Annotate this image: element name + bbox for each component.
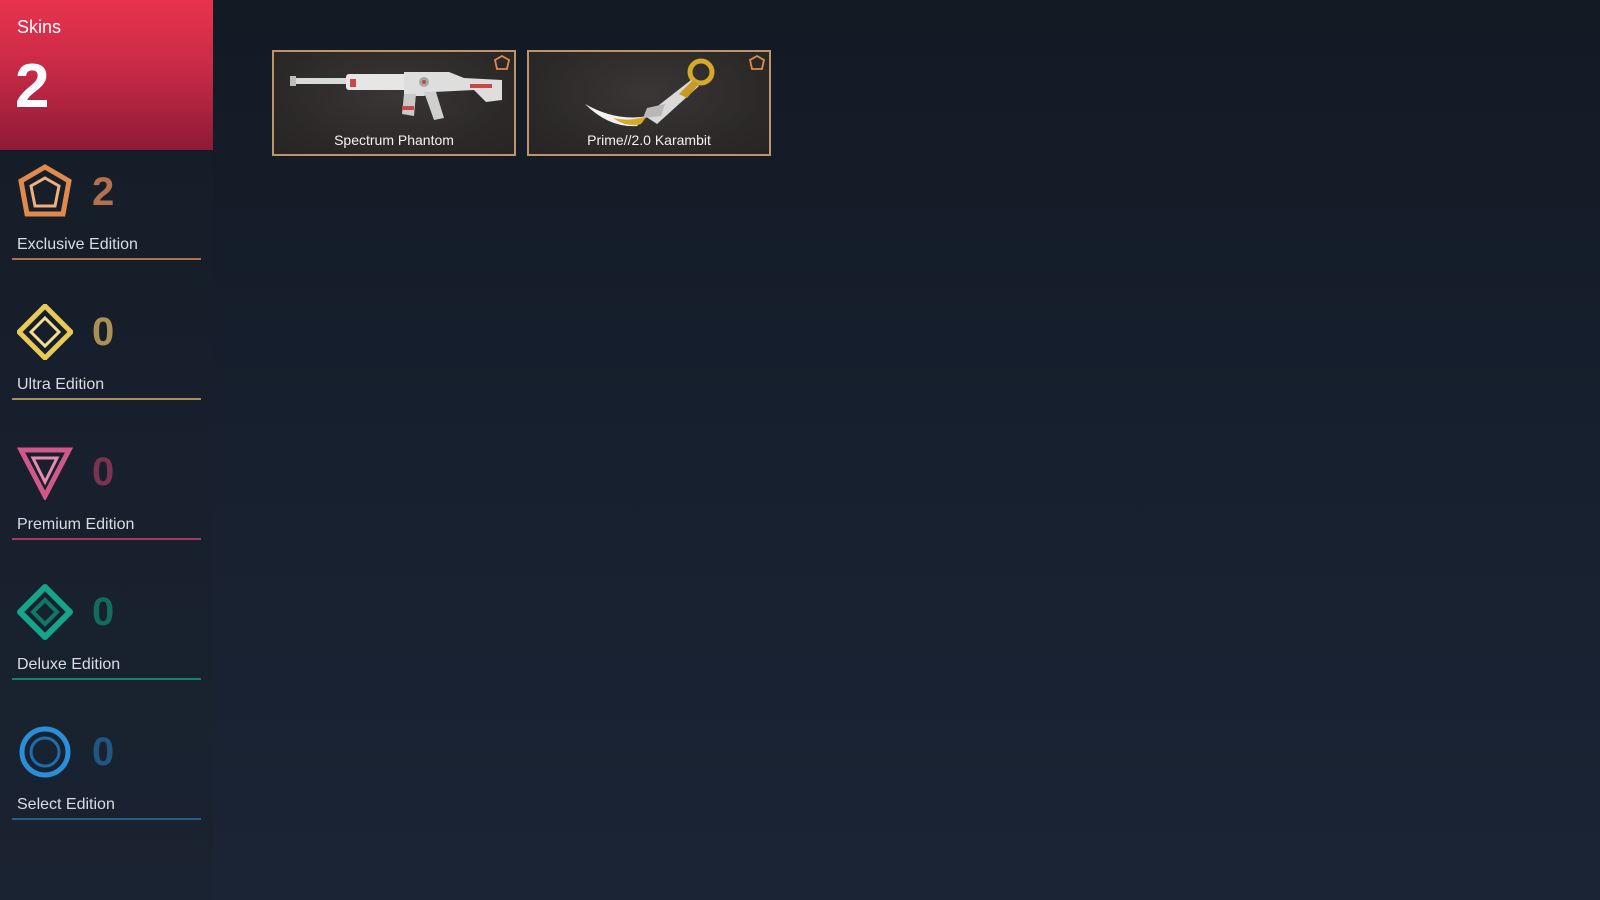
skin-name: Prime//2.0 Karambit (587, 132, 711, 148)
rifle-skin-image (290, 72, 502, 120)
select-edition-icon (19, 726, 71, 778)
tier-count: 0 (92, 590, 115, 634)
tier-count: 0 (92, 730, 115, 774)
tier-count: 0 (92, 450, 115, 494)
skins-label: Skins (17, 17, 62, 37)
tier-name: Exclusive Edition (17, 236, 138, 253)
tier-underline (12, 258, 201, 260)
tier-name: Deluxe Edition (17, 656, 121, 673)
tier-underline (12, 678, 201, 680)
tier-deluxe[interactable]: 0 Deluxe Edition (12, 584, 201, 694)
tier-underline (12, 818, 201, 820)
tier-count: 0 (92, 310, 115, 354)
skin-card-prime-karambit[interactable]: Prime//2.0 Karambit (527, 50, 771, 156)
tier-exclusive[interactable]: 2 Exclusive Edition (12, 164, 201, 274)
skins-summary-header: Skins 2 (0, 0, 213, 150)
tier-count: 2 (92, 170, 115, 214)
skins-total-count: 2 (15, 52, 50, 121)
skin-card-spectrum-phantom[interactable]: Spectrum Phantom (272, 50, 516, 156)
tier-ultra[interactable]: 0 Ultra Edition (12, 304, 201, 414)
tier-premium[interactable]: 0 Premium Edition (12, 444, 201, 554)
ultra-edition-icon (17, 304, 73, 360)
premium-edition-icon (17, 447, 73, 500)
tier-sidebar: Skins 2 2 Exclusive Edition 0 Ultra Edit… (0, 0, 213, 900)
tier-name: Premium Edition (17, 516, 135, 533)
tier-select[interactable]: 0 Select Edition (12, 724, 201, 834)
tier-underline (12, 538, 201, 540)
karambit-skin-image (585, 58, 715, 127)
deluxe-edition-icon (17, 584, 73, 640)
tier-underline (12, 398, 201, 400)
tier-name: Ultra Edition (17, 376, 105, 393)
tier-name: Select Edition (17, 796, 115, 813)
skin-name: Spectrum Phantom (334, 132, 454, 148)
exclusive-edition-icon (18, 164, 72, 217)
